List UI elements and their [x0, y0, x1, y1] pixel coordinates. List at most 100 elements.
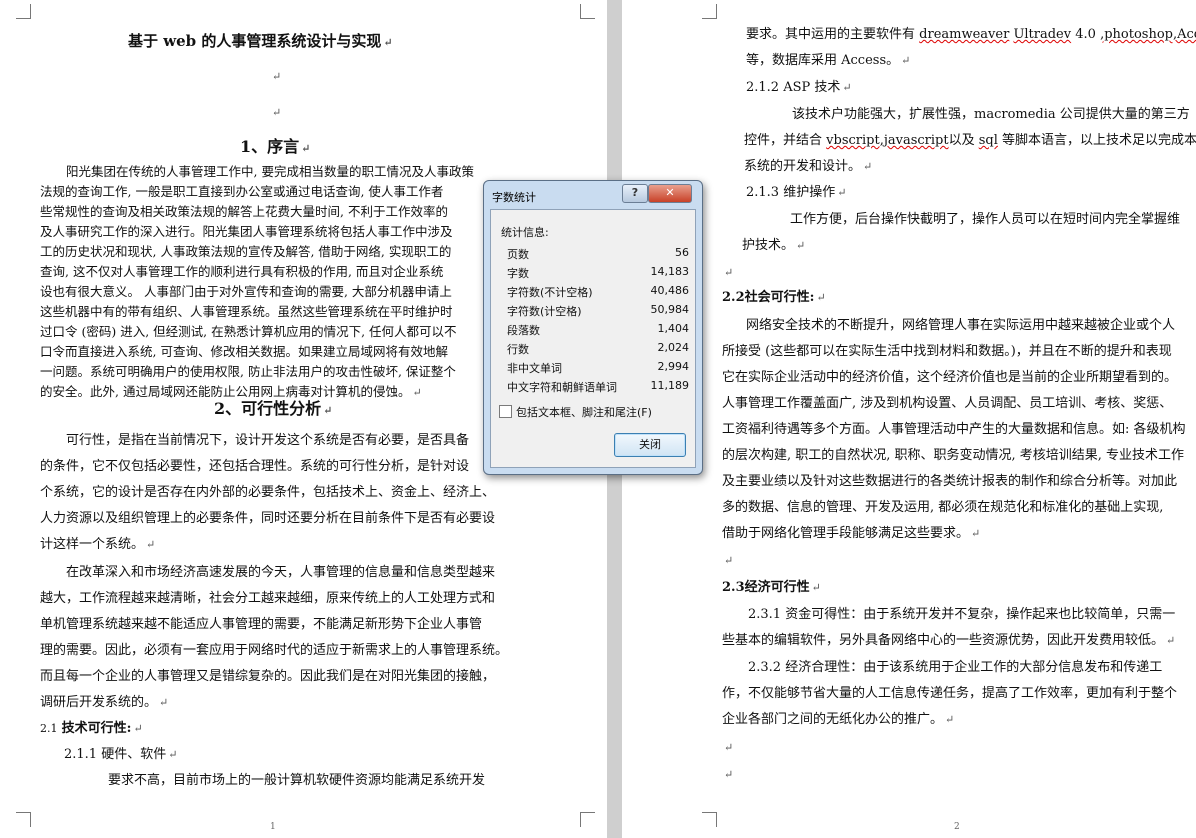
- empty-paragraph: ↵: [272, 70, 282, 83]
- text-line: 网络安全技术的不断提升，网络管理人事在实际运用中越来越被企业或个人: [746, 318, 1176, 333]
- subheading-technical-feasibility: 2.1 技术可行性: ↵: [40, 721, 143, 736]
- text-line: 些基本的编辑软件，另外具备网络中心的一些资源优势，因此开发费用较低。 ↵: [722, 633, 1176, 648]
- text-line: 个系统，它的设计是否存在内外部的必要条件，包括技术上、资金上、经济上、: [40, 485, 496, 500]
- subheading-social-feasibility: 2.2社会可行性: ↵: [722, 290, 826, 305]
- stat-label: 字数: [507, 267, 529, 280]
- text-line: 可行性，是指在当前情况下，设计开发这个系统是否有必要，是否具备: [66, 433, 470, 448]
- text-line: 口令而直接进入系统, 可查询、修改相关数据。如果建立局域网将有效地解: [40, 344, 448, 359]
- text-line: 它在实际企业活动中的经济价值，这个经济价值也是当前的企业所期望看到的。: [722, 370, 1178, 385]
- text-line: 及人事研究工作的深入进行。阳光集团人事管理系统将包括人事工作中涉及: [40, 224, 453, 239]
- dialog-close-x-button[interactable]: ✕: [648, 184, 692, 203]
- text-line: 工作方便，后台操作快截明了，操作人员可以在短时间内完全掌握维: [790, 212, 1181, 227]
- text-line: 些常规性的查询及相关政策法规的解答上花费大量时间, 不利于工作效率的: [40, 204, 448, 219]
- stat-label: 页数: [507, 248, 529, 261]
- include-textboxes-checkbox-row[interactable]: 包括文本框、脚注和尾注(F): [499, 404, 652, 420]
- stat-value: 2,994: [657, 360, 690, 373]
- text-line: 等，数据库采用 Access。 ↵: [746, 53, 911, 68]
- text-line: 该技术户功能强大，扩展性强，macromedia 公司提供大量的第三方: [792, 107, 1190, 122]
- text-line: 过口令 (密码) 进入, 但经测试, 在熟悉计算机应用的情况下, 任何人都可以不: [40, 324, 457, 339]
- crop-mark: [16, 4, 31, 19]
- stat-label: 中文字符和朝鲜语单词: [507, 381, 617, 394]
- help-icon: ?: [631, 186, 639, 199]
- stat-value: 56: [675, 246, 689, 259]
- subheading-asp: 2.1.2 ASP 技术 ↵: [746, 80, 852, 95]
- subheading-economic-feasibility: 2.3经济可行性 ↵: [722, 580, 821, 595]
- stat-value: 2,024: [657, 341, 690, 354]
- text-line: 单机管理系统越来越不能适应人事管理的需要，不能满足新形势下企业人事管: [40, 617, 483, 632]
- text-line: 人事管理工作覆盖面广, 涉及到机构设置、人员调配、员工培训、考核、奖惩、: [722, 396, 1173, 411]
- checkbox-label: 包括文本框、脚注和尾注(F): [516, 406, 652, 419]
- stats-heading: 统计信息:: [501, 226, 549, 239]
- stat-label: 行数: [507, 343, 529, 356]
- empty-paragraph: ↵: [724, 741, 734, 754]
- crop-mark: [16, 812, 31, 827]
- stat-value: 11,189: [650, 379, 690, 392]
- page-number: 2: [954, 822, 960, 832]
- crop-mark: [702, 812, 717, 827]
- text-line: 及主要业绩以及针对这些数据进行的各类统计报表的制作和综合分析等。对加此: [722, 474, 1178, 489]
- text-line: 这些机器中有的带有组织、人事管理系统。虽然这些管理系统在平时维护时: [40, 304, 453, 319]
- stat-value: 14,183: [650, 265, 690, 278]
- document-title: 基于 web 的人事管理系统设计与实现 ↵: [128, 32, 393, 50]
- subheading-maintenance: 2.1.3 维护操作 ↵: [746, 185, 847, 200]
- section-heading-feasibility: 2、可行性分析 ↵: [214, 399, 333, 418]
- text-line: 要求。其中运用的主要软件有 dreamweaver Ultradev 4.0 ,…: [746, 27, 1196, 42]
- close-button[interactable]: 关闭: [614, 433, 686, 457]
- text-line: 法规的查询工作, 一般是职工直接到办公室或通过电话查询, 使人事工作者: [40, 184, 444, 199]
- page-number: 1: [270, 822, 276, 832]
- stat-row: 非中文单词 2,994: [507, 360, 689, 379]
- section-heading-preface: 1、序言 ↵: [240, 137, 311, 156]
- crop-mark: [580, 812, 595, 827]
- stat-row: 字数 14,183: [507, 265, 689, 284]
- text-line: 借助于网络化管理手段能够满足这些要求。 ↵: [722, 526, 981, 541]
- empty-paragraph: ↵: [724, 554, 734, 567]
- text-line: 越大，工作流程越来越清晰，社会分工越来越细，原来传统上的人工处理方式和: [40, 591, 496, 606]
- stat-row: 中文字符和朝鲜语单词 11,189: [507, 379, 689, 398]
- text-line: 护技术。 ↵: [742, 238, 806, 253]
- stat-label: 非中文单词: [507, 362, 562, 375]
- text-line: 一问题。系统可明确用户的使用权限, 防止非法用户的攻击性破坏, 保证整个: [40, 364, 456, 379]
- stat-row: 页数 56: [507, 246, 689, 265]
- empty-paragraph: ↵: [724, 768, 734, 781]
- stat-label: 字符数(计空格): [507, 305, 582, 318]
- text-line: 控件，并结合 vbscript,javascript以及 sql 等脚本语言，以…: [744, 133, 1196, 148]
- dialog-title: 字数统计: [492, 191, 536, 204]
- help-button[interactable]: ?: [622, 184, 648, 203]
- stat-row: 行数 2,024: [507, 341, 689, 360]
- text-line: 在改革深入和市场经济高速发展的今天，人事管理的信息量和信息类型越来: [66, 565, 496, 580]
- word-count-dialog[interactable]: 字数统计 ? ✕ 统计信息: 页数 56 字数 14,183 字符数(不计空格) 40…: [483, 180, 703, 475]
- crop-mark: [580, 4, 595, 19]
- stat-label: 字符数(不计空格): [507, 286, 593, 299]
- text-line: 调研后开发系统的。 ↵: [40, 695, 169, 710]
- text-line: 设也有很大意义。 人事部门由于对外宣传和查询的需要, 大部分机器申请上: [40, 284, 452, 299]
- text-line: 2.3.1 资金可得性：由于系统开发并不复杂，操作起来也比较简单，只需一: [748, 607, 1176, 622]
- text-line: 所接受 (这些都可以在实际生活中找到材料和数据。)，并且在不断的提升和表现: [722, 344, 1172, 359]
- text-line: 工资福利待遇等多个方面。人事管理活动中产生的大量数据和信息。如: 各级机构: [722, 422, 1186, 437]
- text-line: 而且每一个企业的人事管理又是错综复杂的。因此我们是在对阳光集团的接触，: [40, 669, 496, 684]
- stat-value: 50,984: [650, 303, 690, 316]
- text-line: 的条件，它不仅包括必要性，还包括合理性。系统的可行性分析，是针对设: [40, 459, 470, 474]
- stat-row: 字符数(不计空格) 40,486: [507, 284, 689, 303]
- text-line: 系统的开发和设计。 ↵: [744, 159, 873, 174]
- stat-value: 1,404: [657, 322, 690, 335]
- text-line: 理的需要。因此，必须有一套应用于网络时代的适应于新需求上的人事管理系统。: [40, 643, 509, 658]
- subheading-hardware-software: 2.1.1 硬件、软件 ↵: [64, 747, 178, 762]
- text-line: 的层次构建, 职工的自然状况, 职称、职务变动情况, 考核培训结果, 专业技术工…: [722, 448, 1185, 463]
- text-line: 查询, 这不仅对人事管理工作的顺利进行具有积极的作用, 而且对企业系统: [40, 264, 444, 279]
- document-page-2[interactable]: 要求。其中运用的主要软件有 dreamweaver Ultradev 4.0 ,…: [622, 0, 1196, 838]
- empty-paragraph: ↵: [272, 106, 282, 119]
- dialog-body: 统计信息: 页数 56 字数 14,183 字符数(不计空格) 40,486 字符数(…: [490, 209, 696, 468]
- stat-label: 段落数: [507, 324, 540, 337]
- empty-paragraph: ↵: [724, 266, 734, 279]
- close-icon: ✕: [665, 186, 675, 199]
- text-line: 人力资源以及组织管理上的必要条件，同时还要分析在目前条件下是否有必要设: [40, 511, 496, 526]
- text-line: 要求不高，目前市场上的一般计算机软硬件资源均能满足系统开发: [108, 773, 486, 788]
- stat-row: 字符数(计空格) 50,984: [507, 303, 689, 322]
- text-line: 企业各部门之间的无纸化办公的推广。 ↵: [722, 712, 955, 727]
- dialog-titlebar[interactable]: 字数统计 ? ✕: [484, 181, 702, 208]
- text-line: 阳光集团在传统的人事管理工作中, 要完成相当数量的职工情况及人事政策: [66, 164, 474, 179]
- include-textboxes-checkbox[interactable]: [499, 405, 512, 418]
- crop-mark: [702, 4, 717, 19]
- stat-row: 段落数 1,404: [507, 322, 689, 341]
- stat-value: 40,486: [650, 284, 690, 297]
